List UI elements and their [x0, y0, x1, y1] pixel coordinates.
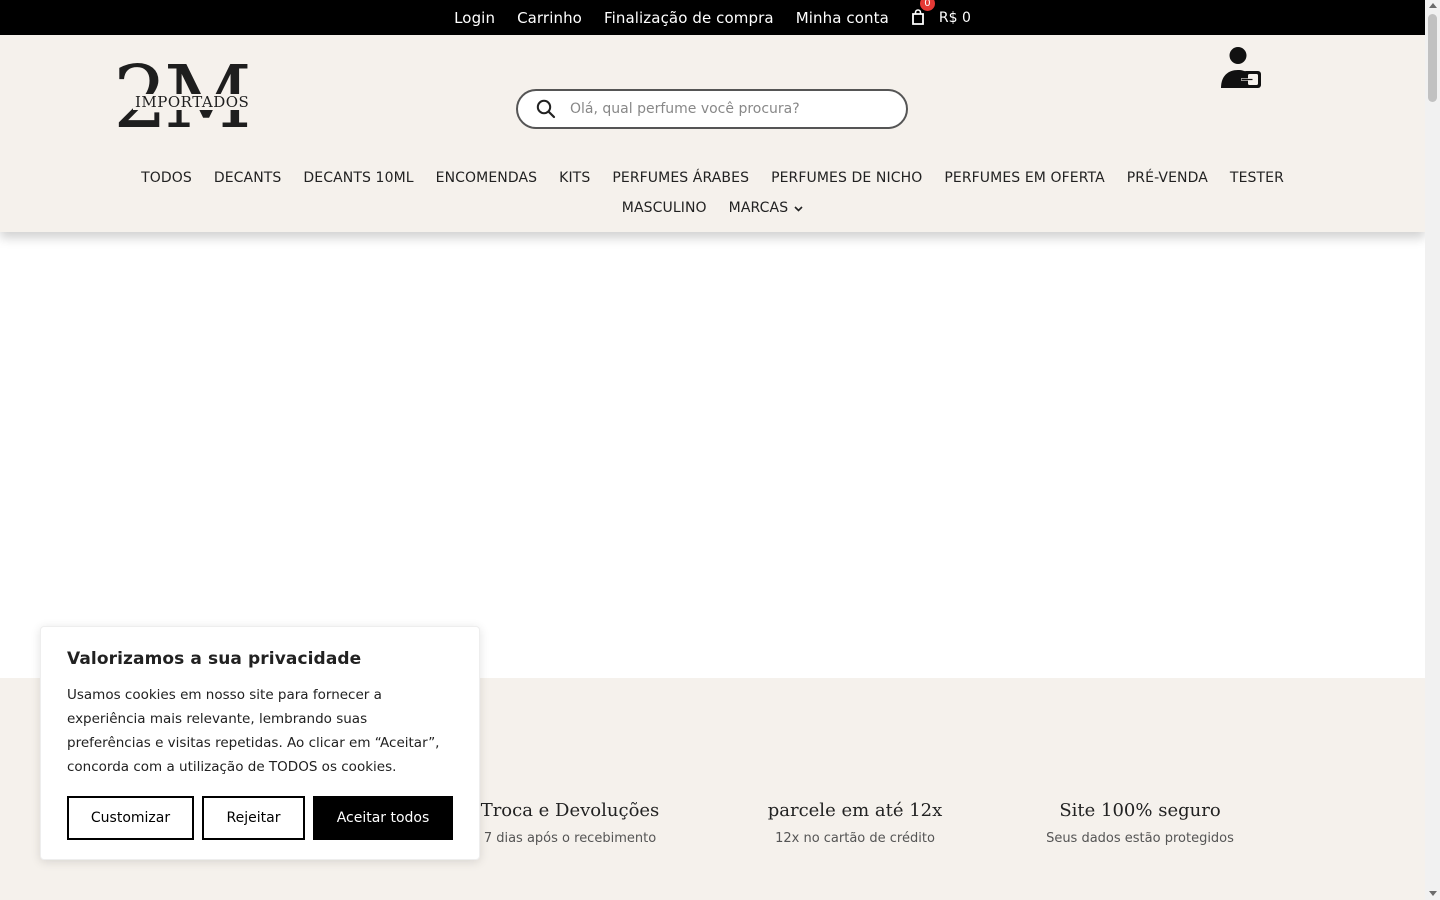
nav-item-encomendas[interactable]: ENCOMENDAS [436, 170, 538, 186]
feature-title: parcele em até 12x [767, 800, 943, 821]
site-logo[interactable]: 2M IMPORTADOS [113, 48, 255, 148]
nav-item-tester[interactable]: TESTER [1230, 170, 1284, 186]
nav-item-masculino[interactable]: MASCULINO [622, 200, 707, 216]
feature-installments: parcele em até 12x 12x no cartão de créd… [725, 800, 985, 846]
logo-text: IMPORTADOS [133, 93, 252, 111]
site-header: 2M IMPORTADOS TODOS DECANTS DECANTS 10ML… [0, 35, 1425, 232]
scrollbar-thumb[interactable] [1428, 14, 1437, 102]
top-link-cart[interactable]: Carrinho [517, 9, 582, 27]
search-icon[interactable] [536, 99, 556, 119]
chevron-down-icon [794, 200, 803, 216]
cart-count-badge: 0 [919, 0, 935, 11]
reject-button[interactable]: Rejeitar [202, 796, 305, 840]
scroll-down-arrow-icon[interactable] [1429, 891, 1437, 896]
top-nav: Login Carrinho Finalização de compra Min… [454, 0, 971, 27]
main-nav: TODOS DECANTS DECANTS 10ML ENCOMENDAS KI… [0, 163, 1425, 223]
top-link-login[interactable]: Login [454, 9, 495, 27]
nav-item-marcas[interactable]: MARCAS [729, 200, 804, 216]
accept-all-button[interactable]: Aceitar todos [313, 796, 453, 840]
top-link-account[interactable]: Minha conta [796, 9, 889, 27]
scroll-up-arrow-icon[interactable] [1429, 3, 1437, 8]
cart-total[interactable]: R$ 0 [939, 10, 971, 26]
customize-button[interactable]: Customizar [67, 796, 194, 840]
nav-item-decants[interactable]: DECANTS [214, 170, 282, 186]
nav-item-marcas-label: MARCAS [728, 200, 789, 216]
nav-item-kits[interactable]: KITS [559, 170, 590, 186]
nav-item-pre-venda[interactable]: PRÉ-VENDA [1127, 170, 1208, 186]
search-input[interactable] [570, 101, 870, 117]
cookie-consent-banner: Valorizamos a sua privacidade Usamos coo… [40, 626, 480, 860]
feature-subtitle: Seus dados estão protegidos [1046, 831, 1234, 846]
search-box[interactable] [516, 89, 908, 129]
nav-item-perfumes-em-oferta[interactable]: PERFUMES EM OFERTA [944, 170, 1104, 186]
feature-subtitle: 12x no cartão de crédito [775, 831, 935, 846]
feature-title: Site 100% seguro [1059, 800, 1221, 821]
top-bar: Login Carrinho Finalização de compra Min… [0, 0, 1425, 35]
feature-secure: Site 100% seguro Seus dados estão proteg… [1010, 800, 1270, 846]
nav-item-todos[interactable]: TODOS [141, 170, 192, 186]
top-link-checkout[interactable]: Finalização de compra [604, 9, 774, 27]
cookie-body: Usamos cookies em nosso site para fornec… [67, 687, 440, 775]
nav-item-perfumes-de-nicho[interactable]: PERFUMES DE NICHO [771, 170, 922, 186]
nav-item-perfumes-arabes[interactable]: PERFUMES ÁRABES [612, 170, 749, 186]
page-scrollbar[interactable] [1425, 0, 1440, 900]
main-nav-row-1: TODOS DECANTS DECANTS 10ML ENCOMENDAS KI… [0, 163, 1425, 193]
user-login-icon[interactable] [1220, 46, 1262, 90]
nav-item-decants-10ml[interactable]: DECANTS 10ML [303, 170, 413, 186]
mini-cart[interactable]: 0 R$ 0 [911, 0, 971, 27]
main-nav-row-2: MASCULINO MARCAS [0, 193, 1425, 223]
shopping-bag-icon[interactable]: 0 [911, 0, 935, 27]
cookie-buttons: Customizar Rejeitar Aceitar todos [67, 796, 453, 840]
cookie-title: Valorizamos a sua privacidade [67, 649, 362, 669]
